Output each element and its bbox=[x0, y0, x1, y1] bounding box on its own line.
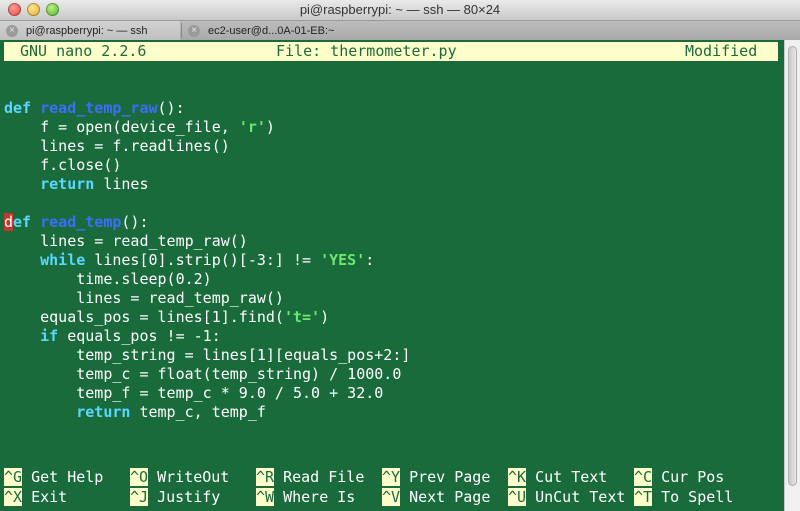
code-line[interactable]: temp_string = lines[1][equals_pos+2:] bbox=[4, 346, 410, 365]
code-line[interactable]: return lines bbox=[4, 175, 148, 194]
code-line[interactable]: temp_f = temp_c * 9.0 / 5.0 + 32.0 bbox=[4, 384, 383, 403]
code-line[interactable]: return temp_c, temp_f bbox=[4, 403, 266, 422]
tab-label: ec2-user@d...0A-01-EB:~ bbox=[208, 24, 335, 37]
code-line[interactable]: equals_pos = lines[1].find('t=') bbox=[4, 308, 329, 327]
shortcut-where-is[interactable]: ^W Where Is bbox=[256, 488, 355, 507]
nano-version: GNU nano 2.2.6 bbox=[20, 42, 147, 60]
code-line[interactable]: def read_temp(): bbox=[4, 213, 149, 232]
shortcut-read-file[interactable]: ^R Read File bbox=[256, 468, 364, 487]
shortcut-justify[interactable]: ^J Justify bbox=[130, 488, 220, 507]
code-line[interactable]: time.sleep(0.2) bbox=[4, 270, 211, 289]
code-line[interactable]: while lines[0].strip()[-3:] != 'YES': bbox=[4, 251, 374, 270]
nano-header-bar: GNU nano 2.2.6 File: thermometer.py Modi… bbox=[4, 42, 778, 61]
shortcut-writeout[interactable]: ^O WriteOut bbox=[130, 468, 229, 487]
shortcut-exit[interactable]: ^X Exit bbox=[4, 488, 67, 507]
terminal-window: pi@raspberrypi: ~ — ssh — 80×24 × pi@ras… bbox=[0, 0, 800, 511]
code-line[interactable]: temp_c = float(temp_string) / 1000.0 bbox=[4, 365, 401, 384]
vertical-scrollbar[interactable] bbox=[784, 40, 800, 511]
tab-label: pi@raspberrypi: ~ — ssh bbox=[26, 24, 148, 37]
shortcut-cur-pos[interactable]: ^C Cur Pos bbox=[634, 468, 724, 487]
shortcut-to-spell[interactable]: ^T To Spell bbox=[634, 488, 733, 507]
shortcut-next-page[interactable]: ^V Next Page bbox=[382, 488, 490, 507]
close-tab-icon[interactable]: × bbox=[6, 24, 18, 37]
code-line[interactable]: if equals_pos != -1: bbox=[4, 327, 221, 346]
code-line[interactable]: lines = read_temp_raw() bbox=[4, 232, 248, 251]
nano-modified-status: Modified bbox=[685, 42, 758, 60]
title-bar[interactable]: pi@raspberrypi: ~ — ssh — 80×24 bbox=[0, 0, 800, 21]
tab-ec2[interactable]: × ec2-user@d...0A-01-EB:~ bbox=[182, 21, 382, 40]
tab-bar: × pi@raspberrypi: ~ — ssh × ec2-user@d..… bbox=[0, 21, 800, 41]
code-line[interactable]: lines = f.readlines() bbox=[4, 137, 230, 156]
shortcut-uncut-text[interactable]: ^U UnCut Text bbox=[508, 488, 625, 507]
shortcut-get-help[interactable]: ^G Get Help bbox=[4, 468, 103, 487]
scrollbar-thumb[interactable] bbox=[788, 46, 797, 486]
nano-filename: File: thermometer.py bbox=[276, 42, 457, 60]
tab-raspberrypi[interactable]: × pi@raspberrypi: ~ — ssh bbox=[0, 21, 180, 40]
window-title: pi@raspberrypi: ~ — ssh — 80×24 bbox=[299, 2, 501, 17]
code-line[interactable]: lines = read_temp_raw() bbox=[4, 289, 284, 308]
code-line[interactable]: f = open(device_file, 'r') bbox=[4, 118, 275, 137]
code-line[interactable]: def read_temp_raw(): bbox=[4, 99, 185, 118]
text-cursor: d bbox=[4, 213, 14, 231]
shortcut-cut-text[interactable]: ^K Cut Text bbox=[508, 468, 607, 487]
code-line[interactable]: f.close() bbox=[4, 156, 121, 175]
shortcut-prev-page[interactable]: ^Y Prev Page bbox=[382, 468, 490, 487]
close-tab-icon[interactable]: × bbox=[188, 24, 200, 37]
